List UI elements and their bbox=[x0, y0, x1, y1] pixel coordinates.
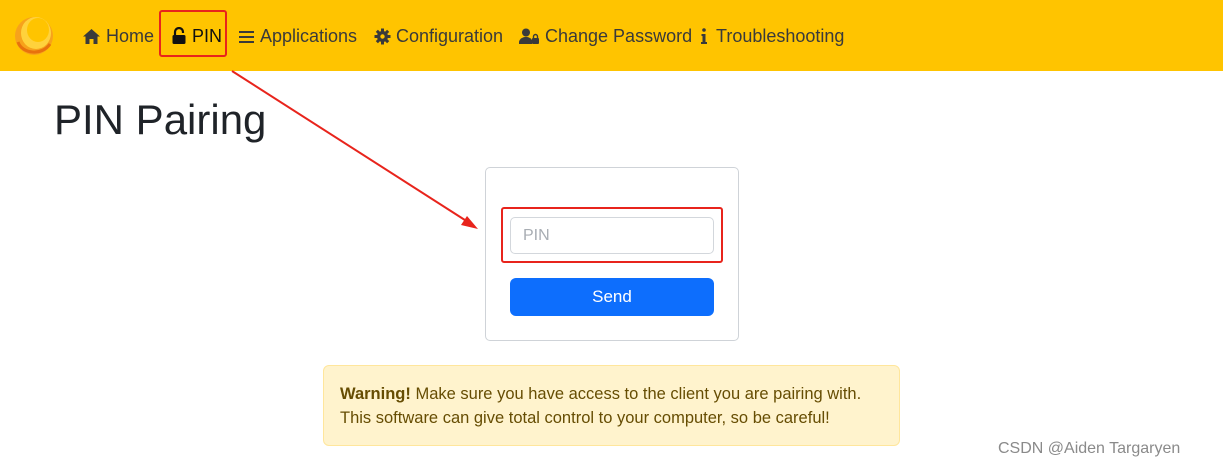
nav-configuration[interactable]: Configuration bbox=[374, 22, 503, 50]
nav-troubleshooting-label: Troubleshooting bbox=[716, 25, 845, 46]
house-icon bbox=[83, 28, 100, 44]
top-navbar: Home PIN Applications Configuration Chan… bbox=[0, 0, 1223, 71]
nav-pin-label: PIN bbox=[192, 25, 223, 46]
user-lock-icon bbox=[519, 28, 539, 44]
page-title: PIN Pairing bbox=[54, 96, 267, 143]
unlock-icon bbox=[172, 27, 186, 44]
nav-home-label: Home bbox=[106, 25, 155, 46]
info-icon bbox=[701, 28, 707, 44]
nav-configuration-label: Configuration bbox=[396, 25, 504, 46]
nav-change-password[interactable]: Change Password bbox=[519, 22, 692, 50]
sunshine-logo-icon[interactable] bbox=[12, 12, 56, 58]
nav-pin[interactable]: PIN bbox=[171, 22, 222, 50]
nav-troubleshooting[interactable]: Troubleshooting bbox=[697, 22, 844, 50]
list-icon bbox=[239, 30, 254, 43]
watermark: CSDN @Aiden Targaryen bbox=[998, 440, 1181, 457]
gear-icon bbox=[374, 28, 391, 44]
nav-change-password-label: Change Password bbox=[545, 25, 693, 46]
nav-applications-label: Applications bbox=[260, 25, 358, 46]
nav-home[interactable]: Home bbox=[82, 22, 154, 50]
warning-alert-text: Make sure you have access to the client … bbox=[340, 385, 862, 427]
warning-alert-title: Warning! bbox=[340, 385, 411, 403]
pin-input[interactable] bbox=[510, 217, 714, 254]
warning-alert: Warning! Make sure you have access to th… bbox=[323, 365, 900, 446]
send-button[interactable]: Send bbox=[510, 278, 714, 316]
nav-applications[interactable]: Applications bbox=[238, 22, 357, 50]
